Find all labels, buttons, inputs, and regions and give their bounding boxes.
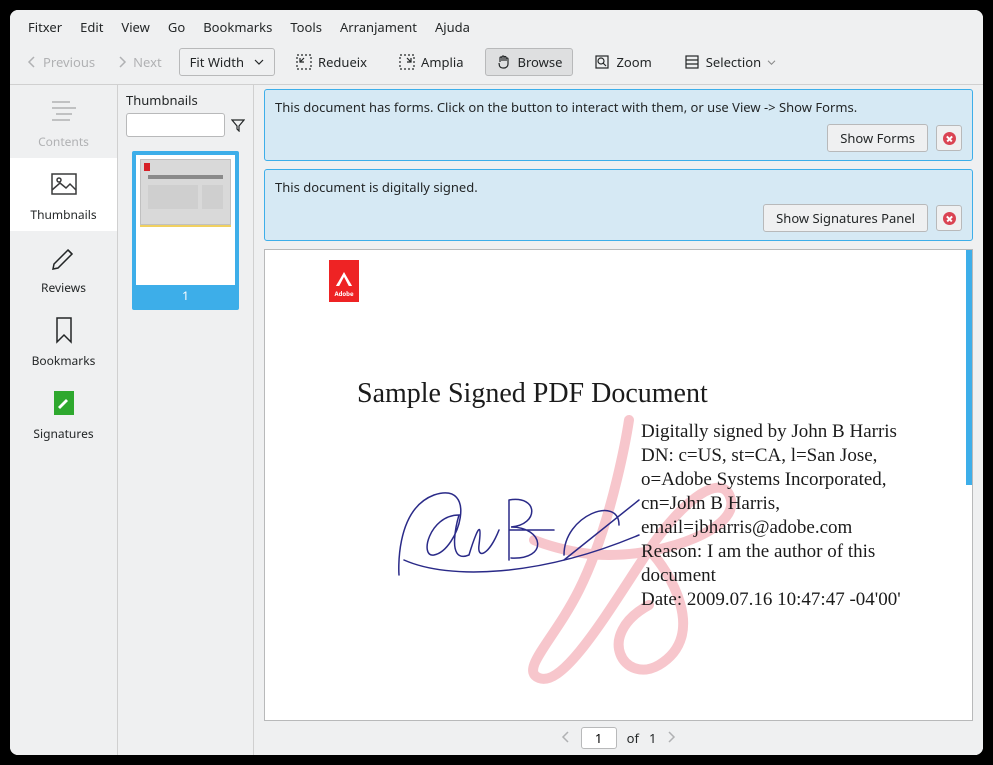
show-forms-button[interactable]: Show Forms (827, 124, 928, 152)
reviews-icon (48, 241, 80, 273)
chevron-left-icon (27, 56, 37, 68)
signatures-label: Signatures (33, 425, 93, 442)
zoom-icon (594, 54, 610, 70)
chevron-down-icon (254, 58, 264, 66)
chevron-left-icon (561, 731, 571, 743)
menu-view[interactable]: View (121, 18, 149, 36)
app-window: Fitxer Edit View Go Bookmarks Tools Arra… (10, 10, 983, 755)
chevron-down-icon (767, 59, 776, 66)
zoom-out-label: Redueix (318, 53, 367, 71)
adobe-logo-text: Adobe (334, 290, 353, 298)
zoom-in-icon (399, 54, 415, 70)
close-icon (943, 132, 956, 145)
sidebar: Contents Thumbnails Reviews Bookmarks (10, 85, 118, 755)
selection-icon (684, 54, 700, 70)
thumbnails-title: Thumbnails (118, 85, 253, 113)
zoom-label: Zoom (616, 53, 651, 71)
pager-of-label: of (627, 729, 639, 747)
bookmarks-icon (48, 314, 80, 346)
browse-button[interactable]: Browse (485, 48, 574, 76)
forms-banner: This document has forms. Click on the bu… (264, 89, 973, 161)
menu-fitxer[interactable]: Fitxer (28, 18, 62, 36)
sidebar-item-signatures[interactable]: Signatures (10, 377, 117, 450)
sidebar-item-contents[interactable]: Contents (10, 85, 117, 158)
sidebar-item-bookmarks[interactable]: Bookmarks (10, 304, 117, 377)
thumbnails-filter-row (118, 113, 253, 145)
document-area: This document has forms. Click on the bu… (254, 85, 983, 755)
body: Contents Thumbnails Reviews Bookmarks (10, 85, 983, 755)
hand-icon (496, 54, 512, 70)
zoom-out-icon (296, 54, 312, 70)
thumbnails-label: Thumbnails (30, 206, 96, 223)
page-viewport[interactable]: Adobe Sample Signed PDF Document Digital… (264, 249, 973, 721)
pager-total-label: 1 (649, 729, 656, 747)
signature-details: Digitally signed by John B Harris DN: c=… (641, 420, 941, 612)
prev-label: Previous (43, 53, 95, 71)
show-signatures-button[interactable]: Show Signatures Panel (763, 204, 928, 232)
menu-ajuda[interactable]: Ajuda (435, 18, 470, 36)
chevron-right-icon (117, 56, 127, 68)
pager: of 1 (254, 721, 983, 755)
signature-banner-text: This document is digitally signed. (275, 178, 962, 196)
thumbnails-panel: Thumbnails 1 (118, 85, 254, 755)
menu-tools[interactable]: Tools (290, 18, 322, 36)
toolbar: Previous Next Fit Width Redueix Amplia B… (10, 44, 983, 85)
fit-mode-combo[interactable]: Fit Width (179, 48, 275, 76)
close-signature-banner-button[interactable] (936, 205, 962, 231)
menu-bookmarks[interactable]: Bookmarks (203, 18, 272, 36)
next-label: Next (133, 53, 162, 71)
signatures-icon (48, 387, 80, 419)
zoom-out-button[interactable]: Redueix (285, 48, 378, 76)
handwritten-signature (389, 455, 649, 595)
thumbnails-icon (48, 168, 80, 200)
bookmarks-label: Bookmarks (32, 352, 96, 369)
menu-go[interactable]: Go (168, 18, 185, 36)
close-forms-banner-button[interactable] (936, 125, 962, 151)
contents-icon (48, 95, 80, 127)
prev-button[interactable]: Previous (18, 48, 104, 76)
zoom-button[interactable]: Zoom (583, 48, 662, 76)
zoom-in-button[interactable]: Amplia (388, 48, 474, 76)
browse-label: Browse (518, 53, 563, 71)
next-button[interactable]: Next (108, 48, 171, 76)
forms-banner-text: This document has forms. Click on the bu… (275, 98, 962, 116)
menubar: Fitxer Edit View Go Bookmarks Tools Arra… (10, 10, 983, 44)
pager-prev-button[interactable] (561, 729, 571, 747)
contents-label: Contents (38, 133, 89, 150)
sidebar-item-reviews[interactable]: Reviews (10, 231, 117, 304)
selection-button[interactable]: Selection (673, 48, 787, 76)
thumbnail-page-1[interactable]: 1 (132, 151, 239, 310)
zoom-in-label: Amplia (421, 53, 463, 71)
document-title: Sample Signed PDF Document (357, 378, 708, 410)
page-number-input[interactable] (581, 727, 617, 749)
thumbnail-preview (136, 155, 235, 285)
selection-label: Selection (706, 53, 761, 71)
filter-icon[interactable] (231, 118, 245, 132)
reviews-label: Reviews (41, 279, 86, 296)
menu-arranjament[interactable]: Arranjament (340, 18, 417, 36)
fit-mode-label: Fit Width (190, 53, 244, 71)
pager-next-button[interactable] (666, 729, 676, 747)
pdf-page: Adobe Sample Signed PDF Document Digital… (309, 260, 950, 720)
adobe-logo: Adobe (329, 260, 359, 302)
thumbnail-page-number: 1 (136, 285, 235, 306)
chevron-right-icon (666, 731, 676, 743)
vertical-scrollbar[interactable] (966, 250, 972, 485)
sidebar-item-thumbnails[interactable]: Thumbnails (10, 158, 117, 231)
close-icon (943, 212, 956, 225)
signature-banner: This document is digitally signed. Show … (264, 169, 973, 241)
menu-edit[interactable]: Edit (80, 18, 103, 36)
thumbnails-filter-input[interactable] (126, 113, 225, 137)
